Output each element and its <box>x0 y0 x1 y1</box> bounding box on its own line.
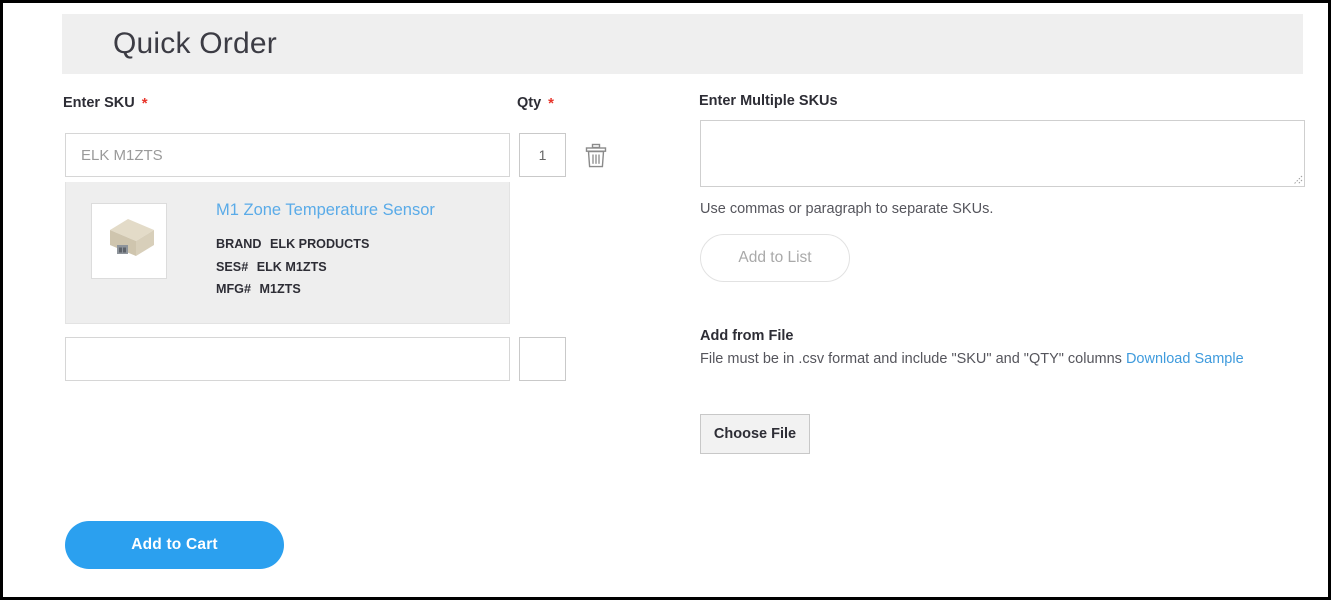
product-meta-ses: SES# ELK M1ZTS <box>216 256 501 279</box>
qty-label-text: Qty <box>517 95 542 111</box>
product-result-card: M1 Zone Temperature Sensor BRAND ELK PRO… <box>65 182 510 324</box>
sku-input-row-1[interactable] <box>65 133 510 177</box>
product-meta-ses-key: SES# <box>216 259 249 274</box>
product-thumbnail <box>91 203 167 279</box>
product-meta-brand-value: ELK PRODUCTS <box>269 237 370 251</box>
qty-input-row-2[interactable] <box>519 337 566 381</box>
enter-multiple-skus-label: Enter Multiple SKUs <box>699 93 838 109</box>
add-to-cart-button[interactable]: Add to Cart <box>65 521 284 569</box>
multiple-skus-textarea[interactable] <box>700 120 1305 187</box>
page-frame: Quick Order Enter SKU * Qty * ELK M1ZTS … <box>0 0 1331 600</box>
product-title-link[interactable]: M1 Zone Temperature Sensor <box>216 200 501 220</box>
file-format-help: File must be in .csv format and include … <box>700 348 1310 371</box>
add-to-list-button[interactable]: Add to List <box>700 234 850 282</box>
product-meta-mfg-value: M1ZTS <box>259 282 301 296</box>
sku-required-asterisk: * <box>141 95 148 112</box>
enter-sku-label-text: Enter SKU <box>63 95 135 111</box>
product-meta-brand: BRAND ELK PRODUCTS <box>216 233 501 256</box>
sku-input-row-2[interactable] <box>65 337 510 381</box>
product-meta-mfg: MFG# M1ZTS <box>216 278 501 301</box>
download-sample-link[interactable]: Download Sample <box>1126 351 1244 367</box>
trash-icon <box>585 143 607 168</box>
page-content: Quick Order Enter SKU * Qty * ELK M1ZTS … <box>3 3 1328 597</box>
choose-file-button[interactable]: Choose File <box>700 414 810 454</box>
product-meta-brand-key: BRAND <box>216 237 262 251</box>
qty-input-row-1[interactable] <box>519 133 566 177</box>
delete-row-button[interactable] <box>583 142 609 170</box>
page-header: Quick Order <box>62 14 1303 74</box>
enter-sku-label: Enter SKU * <box>63 95 148 112</box>
qty-label: Qty * <box>517 95 554 112</box>
product-details: M1 Zone Temperature Sensor BRAND ELK PRO… <box>216 200 501 301</box>
add-from-file-label: Add from File <box>700 328 794 344</box>
file-format-help-text: File must be in .csv format and include … <box>700 351 1126 367</box>
product-image <box>92 204 166 278</box>
product-meta-ses-value: ELK M1ZTS <box>256 259 327 274</box>
page-title: Quick Order <box>113 27 277 60</box>
product-meta-mfg-key: MFG# <box>216 282 251 296</box>
multiple-skus-helper-text: Use commas or paragraph to separate SKUs… <box>700 201 994 217</box>
qty-required-asterisk: * <box>548 95 555 112</box>
